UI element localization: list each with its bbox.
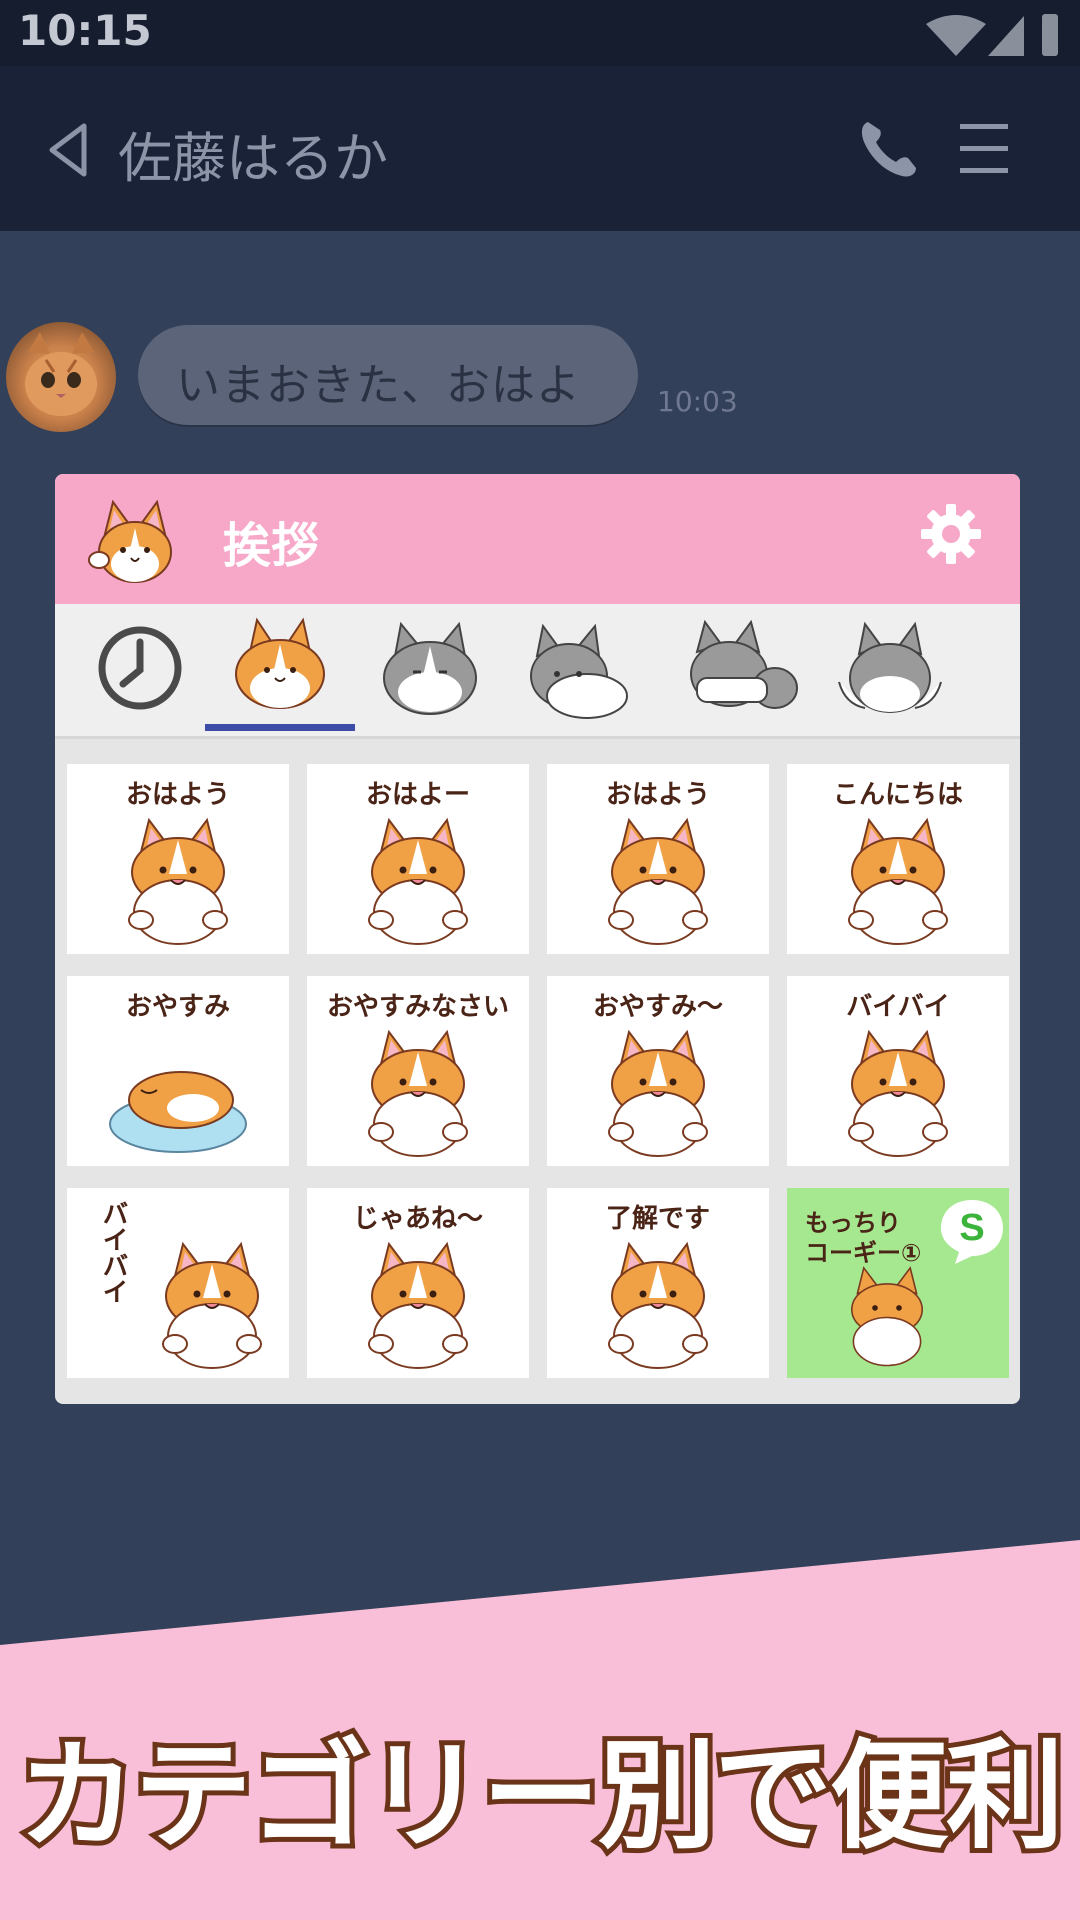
gray-corgi-tab-icon: [690, 619, 798, 709]
sticker-item[interactable]: 了解です: [547, 1188, 769, 1378]
sticker-item[interactable]: バイバイ: [787, 976, 1009, 1166]
contact-name: 佐藤はるか: [118, 127, 388, 190]
sticker-item[interactable]: バイバイ: [67, 1188, 289, 1378]
sticker-item[interactable]: おやすみ〜: [547, 976, 769, 1166]
sticker-item[interactable]: おやすみ: [67, 976, 289, 1166]
sticker-panel: 挨拶 おはよう おはよー おはよう こんにちは おやすみ おやすみなさい おやす…: [55, 474, 1020, 1404]
category-title: 挨拶: [223, 518, 320, 574]
wifi-icon: [926, 15, 986, 56]
banner-caption: カテゴリー別で便利: [13, 1722, 1069, 1870]
sticker-shop-badge-icon: S: [941, 1200, 1003, 1264]
back-arrow-icon[interactable]: [44, 120, 92, 180]
sticker-label: バイバイ: [98, 1200, 128, 1304]
corgi-sticker-image: [608, 1241, 708, 1369]
promo-badge-letter: S: [959, 1207, 984, 1249]
status-time: 10:15: [18, 6, 152, 55]
message-bubble[interactable]: いまおきた、おはよ: [138, 325, 638, 425]
corgi-sticker-image: [128, 817, 228, 945]
tab-recent[interactable]: [75, 612, 205, 724]
gear-icon[interactable]: [919, 502, 983, 566]
sticker-item[interactable]: じゃあね〜: [307, 1188, 529, 1378]
message-time: 10:03: [657, 385, 738, 418]
corgi-sticker-image: [162, 1241, 262, 1369]
gray-corgi-tab-icon: [838, 621, 942, 713]
signal-icon: [988, 16, 1024, 56]
tab-corgi-gray-3[interactable]: [675, 612, 805, 724]
tab-corgi-gray-1[interactable]: [365, 612, 495, 724]
menu-icon[interactable]: [958, 120, 1010, 176]
corgi-tab-icon: [235, 617, 325, 709]
clock-icon: [98, 626, 182, 710]
message-row: いまおきた、おはよ 10:03: [0, 320, 1080, 440]
sticker-item[interactable]: おやすみなさい: [307, 976, 529, 1166]
corgi-sticker-image: [851, 1266, 923, 1367]
sticker-label: おはよう: [605, 780, 710, 810]
sticker-item[interactable]: おはよー: [307, 764, 529, 954]
sticker-tabs: [55, 604, 1020, 739]
battery-icon: [1042, 14, 1058, 56]
tab-corgi-orange[interactable]: [215, 612, 345, 724]
phone-icon[interactable]: [858, 118, 920, 180]
sticker-label: こんにちは: [832, 780, 963, 810]
message-text: いまおきた、おはよ: [176, 360, 581, 411]
sticker-label: じゃあね〜: [352, 1204, 483, 1234]
status-icons: [926, 14, 1058, 56]
corgi-category-icon: [88, 499, 172, 583]
status-bar: 10:15: [0, 0, 1080, 66]
gray-corgi-tab-icon: [530, 623, 628, 719]
gray-corgi-tab-icon: [383, 621, 477, 715]
promo-line-1: もっちり: [805, 1209, 901, 1237]
cat-avatar-image: [25, 332, 97, 416]
corgi-sticker-image: [608, 817, 708, 945]
sticker-label: 了解です: [605, 1204, 710, 1234]
sticker-label: おはよー: [365, 780, 470, 810]
sticker-item[interactable]: おはよう: [547, 764, 769, 954]
corgi-sticker-image: [109, 1071, 247, 1153]
sticker-item[interactable]: おはよう: [67, 764, 289, 954]
tab-corgi-gray-2[interactable]: [515, 612, 645, 724]
sticker-label: おやすみなさい: [326, 992, 509, 1022]
tab-selected-indicator: [205, 724, 355, 731]
sticker-shop-promo[interactable]: もっちり コーギー① S: [787, 1188, 1009, 1378]
sticker-panel-header: 挨拶: [55, 474, 1020, 604]
tab-corgi-gray-4[interactable]: [825, 612, 955, 724]
corgi-sticker-image: [848, 1029, 948, 1157]
sticker-item[interactable]: こんにちは: [787, 764, 1009, 954]
sticker-label: おやすみ〜: [592, 992, 723, 1022]
corgi-sticker-image: [368, 817, 468, 945]
chat-header: 佐藤はるか: [0, 66, 1080, 231]
sticker-label: バイバイ: [846, 992, 950, 1022]
avatar[interactable]: [6, 322, 116, 432]
corgi-sticker-image: [368, 1241, 468, 1369]
corgi-sticker-image: [368, 1029, 468, 1157]
corgi-sticker-image: [608, 1029, 708, 1157]
sticker-label: おはよう: [125, 780, 230, 810]
corgi-sticker-image: [848, 817, 948, 945]
sticker-label: おやすみ: [125, 992, 230, 1022]
